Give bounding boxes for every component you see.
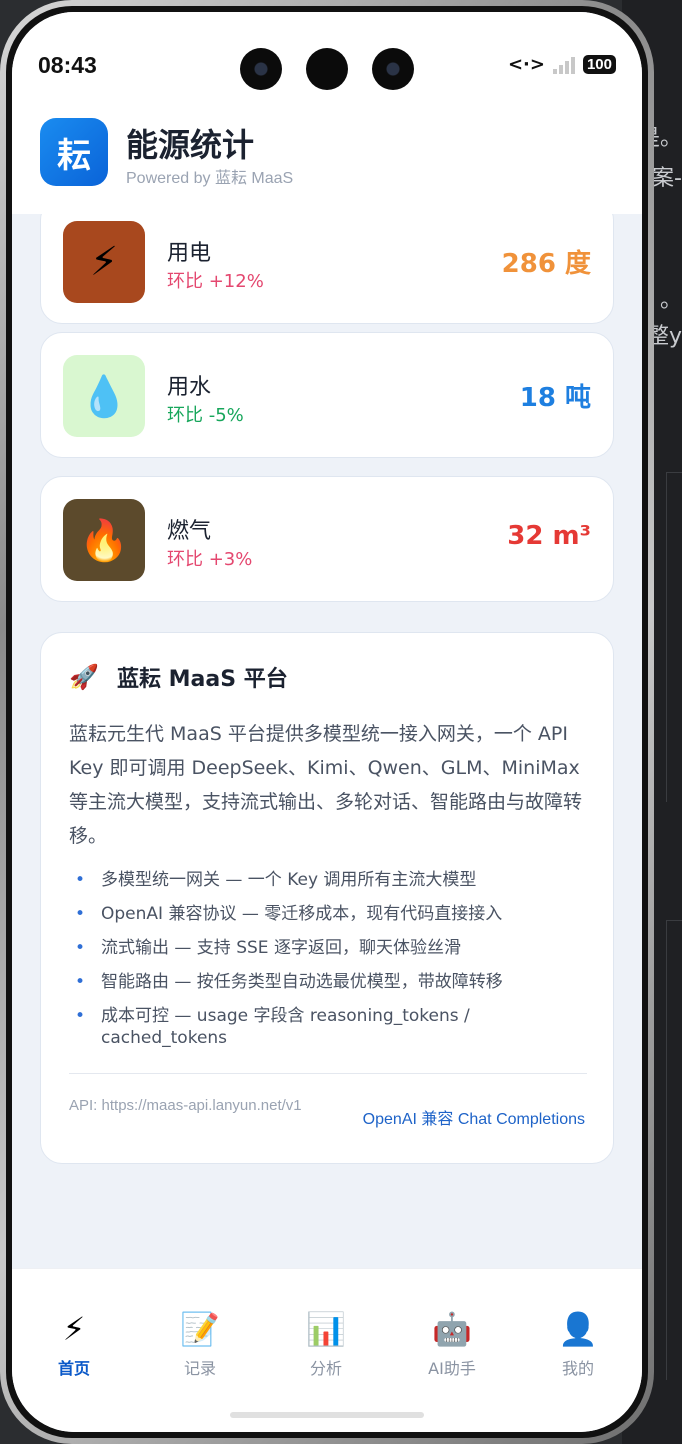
app-screen: 08:43 <·> 100 耘 能源统计 Powered by 蓝耘 MaaS … [12, 12, 642, 1432]
tab-label: 我的 [561, 1359, 594, 1378]
home-indicator[interactable] [230, 1412, 424, 1418]
tab-analysis[interactable]: 📊 分析 [266, 1309, 386, 1379]
list-item: • 流式输出 — 支持 SSE 逐字返回，聊天体验丝滑 [75, 938, 461, 958]
platform-description: 蓝耘元生代 MaaS 平台提供多模型统一接入网关，一个 API Key 即可调用… [69, 723, 583, 847]
tab-label: AI助手 [428, 1359, 476, 1378]
api-endpoint: API: https://maas-api.lanyun.net/v1 [69, 1097, 302, 1114]
signal-icon [552, 56, 575, 74]
background-text: 。 [659, 288, 682, 313]
metric-change: 环比 +12% [167, 271, 264, 292]
tab-label: 分析 [309, 1359, 342, 1378]
lightning-icon: ⚡ [63, 221, 145, 303]
phone-frame: 08:43 <·> 100 耘 能源统计 Powered by 蓝耘 MaaS … [0, 0, 654, 1444]
tab-home[interactable]: ⚡ 首页 [14, 1309, 134, 1379]
metric-change: 环比 +3% [167, 549, 253, 570]
bottom-navigation: ⚡ 首页 📝 记录 📊 分析 🤖 AI助手 👤 我的 [12, 1268, 642, 1432]
divider [69, 1073, 587, 1074]
metric-value: 18 吨 [519, 383, 591, 413]
fire-icon: 🔥 [63, 499, 145, 581]
tab-label: 首页 [57, 1359, 90, 1378]
tab-records[interactable]: 📝 记录 [140, 1309, 260, 1379]
platform-title: 蓝耘 MaaS 平台 [117, 667, 288, 692]
list-item: • 成本可控 — usage 字段含 reasoning_tokens / cac… [75, 1006, 470, 1048]
metric-name: 用电 [167, 241, 212, 266]
metric-card-electricity[interactable]: ⚡ 用电 环比 +12% 286 度 [40, 198, 614, 324]
data-transfer-icon: <·> [507, 54, 545, 75]
list-item: • 智能路由 — 按任务类型自动选最优模型，带故障转移 [75, 972, 503, 992]
camera-icon [306, 48, 348, 90]
background-text: 案- [652, 166, 682, 191]
background-grid [666, 472, 682, 802]
lightning-icon: ⚡ [62, 1310, 86, 1348]
metric-value: 32 m³ [507, 521, 591, 551]
bar-chart-icon: 📊 [306, 1310, 346, 1348]
water-drop-icon: 💧 [63, 355, 145, 437]
user-icon: 👤 [558, 1310, 598, 1348]
status-icons: <·> 100 [508, 54, 616, 75]
feature-list: • 多模型统一网关 — 一个 Key 调用所有主流大模型 • OpenAI 兼容协议… [69, 869, 589, 1061]
platform-info-card: 🚀 蓝耘 MaaS 平台 蓝耘元生代 MaaS 平台提供多模型统一接入网关，一个… [40, 632, 614, 1164]
status-time: 08:43 [38, 52, 97, 78]
app-logo: 耘 [40, 118, 108, 186]
metric-name: 燃气 [167, 519, 212, 544]
tab-ai-assistant[interactable]: 🤖 AI助手 [392, 1309, 512, 1379]
page-title: 能源统计 [126, 126, 255, 164]
metric-change: 环比 -5% [167, 405, 244, 426]
metric-value: 286 度 [501, 249, 591, 279]
list-item: • 多模型统一网关 — 一个 Key 调用所有主流大模型 [75, 870, 477, 890]
tab-profile[interactable]: 👤 我的 [518, 1309, 638, 1379]
metric-name: 用水 [167, 375, 212, 400]
page-subtitle: Powered by 蓝耘 MaaS [126, 170, 294, 187]
metric-card-gas[interactable]: 🔥 燃气 环比 +3% 32 m³ [40, 476, 614, 602]
camera-icon [372, 48, 414, 90]
rocket-icon: 🚀 [69, 663, 99, 691]
chat-completions-link[interactable]: OpenAI 兼容 Chat Completions [363, 1105, 585, 1129]
background-grid [666, 920, 682, 1380]
robot-icon: 🤖 [432, 1310, 472, 1348]
list-item: • OpenAI 兼容协议 — 零迁移成本，现有代码直接接入 [75, 904, 503, 924]
metric-card-water[interactable]: 💧 用水 环比 -5% 18 吨 [40, 332, 614, 458]
camera-icon [240, 48, 282, 90]
memo-icon: 📝 [180, 1310, 220, 1348]
app-header: 08:43 <·> 100 耘 能源统计 Powered by 蓝耘 MaaS [12, 12, 642, 214]
battery-icon: 100 [582, 55, 616, 74]
phone-bezel: 08:43 <·> 100 耘 能源统计 Powered by 蓝耘 MaaS … [6, 6, 648, 1438]
tab-label: 记录 [183, 1359, 216, 1378]
